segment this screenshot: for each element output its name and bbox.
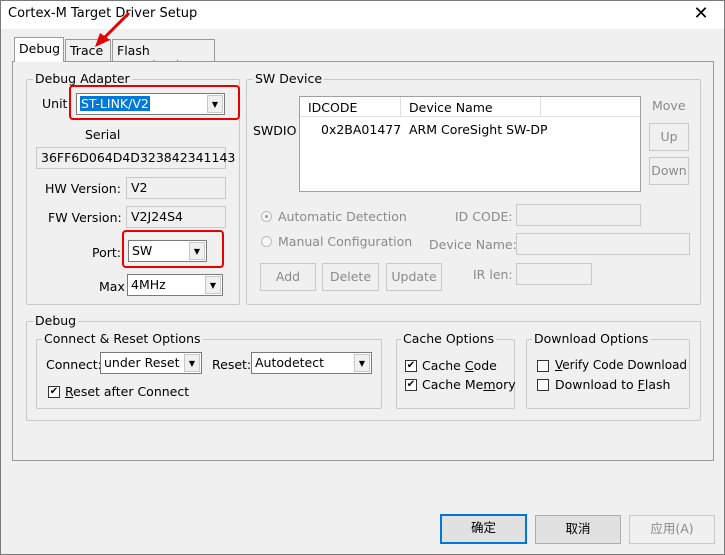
row-idcode: 0x2BA01477 [321, 122, 402, 137]
cache-options-group: Cache Options [396, 331, 515, 409]
max-clock-label: Max [99, 279, 125, 294]
move-label: Move [652, 98, 686, 113]
hw-version-value: V2 [131, 180, 148, 195]
chevron-down-icon: ▼ [354, 354, 370, 372]
unit-label: Unit: [42, 96, 72, 111]
verify-code-download-label: Verify Code Download [555, 358, 688, 372]
sw-device-title: SW Device [253, 71, 325, 86]
device-name-field[interactable] [516, 233, 690, 255]
verify-code-download-checkbox[interactable] [537, 360, 549, 372]
annotation-highlight-unit [69, 85, 240, 120]
device-name-label: Device Name: [429, 237, 517, 252]
serial-label: Serial [85, 127, 121, 142]
connect-value: under Reset [104, 355, 180, 370]
delete-button[interactable]: Delete [322, 263, 379, 291]
update-label: Update [391, 269, 437, 284]
fw-version-field: V2J24S4 [126, 206, 226, 228]
port-label: Port: [92, 245, 121, 260]
reset-value: Autodetect [255, 355, 325, 370]
connect-reset-title: Connect & Reset Options [42, 331, 203, 346]
download-to-flash-label: Download to Flash [555, 377, 671, 392]
apply-button[interactable]: 应用(A) [629, 515, 715, 544]
debug-adapter-title: Debug Adapter [33, 71, 132, 86]
cache-memory-label: Cache Memory [422, 377, 516, 392]
cache-code-label: Cache Code [422, 358, 497, 373]
tab-debug[interactable]: Debug [14, 37, 64, 62]
hw-version-field: V2 [126, 177, 226, 199]
fw-version-label: FW Version: [48, 210, 122, 225]
add-label: Add [275, 269, 301, 284]
debug-title: Debug [33, 313, 79, 328]
cache-options-title: Cache Options [401, 331, 497, 346]
move-up-label: Up [660, 129, 678, 144]
serial-field: 36FF6D064D4D323842341143 [36, 147, 235, 169]
ok-label: 确定 [470, 520, 496, 535]
delete-label: Delete [329, 269, 372, 284]
download-options-group: Download Options [526, 331, 690, 409]
serial-value: 36FF6D064D4D323842341143 [41, 150, 236, 165]
automatic-detection-radio[interactable] [261, 211, 272, 222]
connect-dropdown[interactable]: under Reset ▼ [100, 352, 202, 374]
ok-button[interactable]: 确定 [440, 514, 527, 544]
table-row[interactable]: 0x2BA01477 ARM CoreSight SW-DP [300, 119, 640, 137]
column-divider [400, 97, 401, 117]
check-icon: ✔ [406, 379, 416, 390]
cancel-button[interactable]: 取消 [535, 515, 621, 544]
tab-debug-label: Debug [19, 41, 61, 56]
download-to-flash-checkbox[interactable] [537, 379, 549, 391]
hw-version-label: HW Version: [45, 181, 121, 196]
apply-label: 应用(A) [650, 521, 694, 536]
list-header: IDCODE Device Name [300, 97, 640, 117]
ir-len-field[interactable] [516, 263, 592, 285]
column-idcode[interactable]: IDCODE [308, 100, 357, 115]
reset-after-connect-checkbox[interactable]: ✔ [48, 386, 60, 398]
cache-code-checkbox[interactable]: ✔ [405, 360, 417, 372]
cache-memory-checkbox[interactable]: ✔ [405, 379, 417, 391]
id-code-field[interactable] [516, 204, 641, 226]
move-down-label: Down [651, 163, 687, 178]
annotation-arrow-icon [95, 11, 131, 47]
move-down-button[interactable]: Down [649, 157, 689, 185]
max-clock-dropdown[interactable]: 4MHz ▼ [127, 274, 223, 296]
check-icon: ✔ [406, 360, 416, 371]
max-clock-value: 4MHz [131, 277, 166, 292]
id-code-label: ID CODE: [455, 209, 513, 224]
reset-dropdown[interactable]: Autodetect ▼ [251, 352, 372, 374]
chevron-down-icon: ▼ [184, 354, 200, 372]
sw-device-list[interactable]: IDCODE Device Name 0x2BA01477 ARM CoreSi… [299, 96, 641, 192]
update-button[interactable]: Update [386, 263, 442, 291]
annotation-highlight-port [122, 230, 224, 268]
close-button[interactable]: ✕ [684, 1, 718, 27]
automatic-detection-label: Automatic Detection [278, 209, 407, 224]
manual-configuration-radio[interactable] [261, 236, 272, 247]
add-button[interactable]: Add [260, 263, 316, 291]
download-options-title: Download Options [532, 331, 651, 346]
dialog-window: Cortex-M Target Driver Setup ✕ Debug Tra… [0, 0, 725, 555]
check-icon: ✔ [49, 386, 59, 397]
column-device-name[interactable]: Device Name [409, 100, 493, 115]
chevron-down-icon: ▼ [205, 276, 221, 294]
row-device-name: ARM CoreSight SW-DP [409, 122, 548, 137]
ir-len-label: IR len: [473, 267, 513, 282]
column-divider [540, 97, 541, 117]
move-up-button[interactable]: Up [649, 123, 689, 151]
reset-after-connect-label: Reset after Connect [65, 384, 190, 399]
reset-label: Reset: [212, 357, 252, 372]
fw-version-value: V2J24S4 [131, 209, 183, 224]
swdio-label: SWDIO [253, 123, 297, 138]
connect-label: Connect: [46, 357, 102, 372]
manual-configuration-label: Manual Configuration [278, 234, 413, 249]
cancel-label: 取消 [565, 521, 591, 536]
